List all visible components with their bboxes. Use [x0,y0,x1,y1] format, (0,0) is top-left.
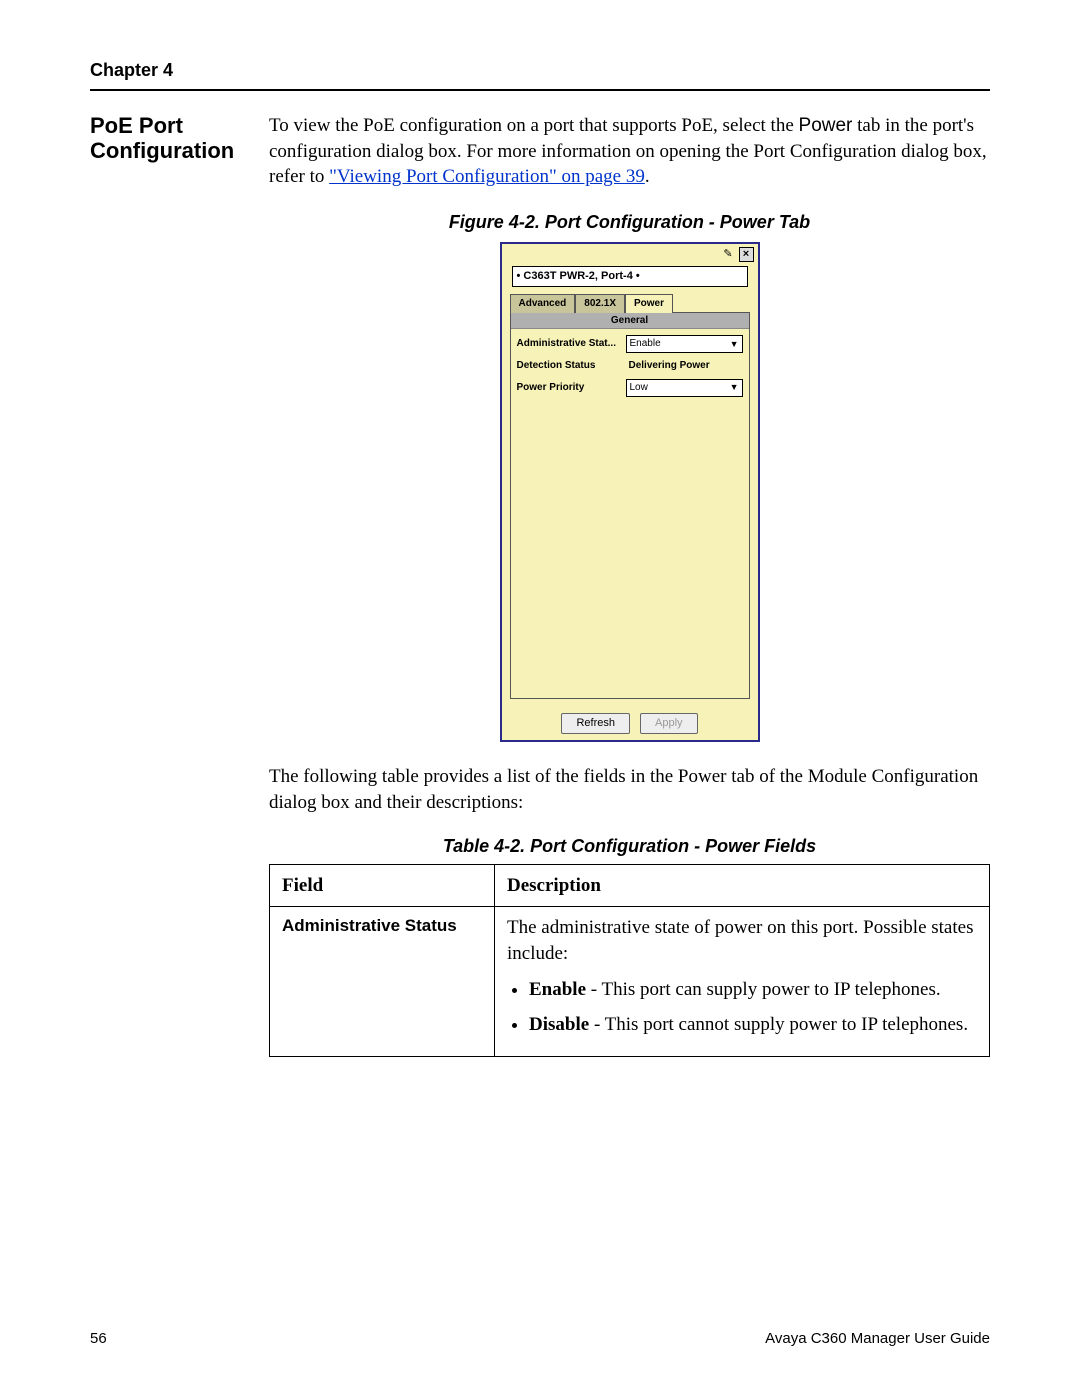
power-priority-dropdown[interactable]: Low ▼ [626,379,743,397]
admin-status-value: Enable [630,337,661,351]
th-field: Field [270,864,495,907]
port-config-dialog: ✎ × • C363T PWR-2, Port-4 • Advanced 802… [500,242,760,742]
intro-text-a: To view the PoE configuration on a port … [269,115,799,136]
page-number: 56 [90,1330,107,1347]
table-row: Administrative Status The administrative… [270,907,990,1057]
bullet-disable-text: - This port cannot supply power to IP te… [589,1014,968,1035]
chapter-header: Chapter 4 [90,60,990,81]
power-priority-label: Power Priority [517,381,622,395]
desc-bullet-enable: Enable - This port can supply power to I… [529,977,977,1003]
detection-status-value: Delivering Power [626,359,743,373]
tab-power[interactable]: Power [625,294,673,313]
th-description: Description [495,864,990,907]
section-heading: PoE Port Configuration [90,113,245,164]
dialog-title: • C363T PWR-2, Port-4 • [512,266,748,287]
refresh-button[interactable]: Refresh [561,713,630,734]
bullet-enable-label: Enable [529,979,586,1000]
figure-caption: Figure 4-2. Port Configuration - Power T… [269,210,990,234]
desc-intro: The administrative state of power on thi… [507,917,973,964]
section-header-general: General [511,313,749,330]
bullet-enable-text: - This port can supply power to IP telep… [586,979,941,1000]
doc-title: Avaya C360 Manager User Guide [765,1330,990,1347]
apply-button[interactable]: Apply [640,713,698,734]
admin-status-label: Administrative Stat... [517,337,622,351]
chevron-down-icon: ▼ [730,381,739,393]
close-icon[interactable]: × [739,247,754,262]
cell-field-name: Administrative Status [270,907,495,1057]
table-intro-paragraph: The following table provides a list of t… [269,764,990,815]
bullet-disable-label: Disable [529,1014,589,1035]
table-caption: Table 4-2. Port Configuration - Power Fi… [269,834,990,858]
viewing-port-config-link[interactable]: "Viewing Port Configuration" on page 39 [329,166,645,187]
pin-icon[interactable]: ✎ [722,248,735,261]
intro-power-word: Power [799,115,853,136]
intro-paragraph: To view the PoE configuration on a port … [269,113,990,190]
tab-8021x[interactable]: 802.1X [575,294,625,313]
detection-status-label: Detection Status [517,359,622,373]
tab-advanced[interactable]: Advanced [510,294,576,313]
header-rule [90,89,990,91]
chevron-down-icon: ▼ [730,338,739,350]
intro-text-c: . [645,166,650,187]
cell-description: The administrative state of power on thi… [495,907,990,1057]
power-fields-table: Field Description Administrative Status … [269,864,990,1057]
desc-bullet-disable: Disable - This port cannot supply power … [529,1012,977,1038]
power-priority-value: Low [630,381,648,395]
admin-status-dropdown[interactable]: Enable ▼ [626,335,743,353]
